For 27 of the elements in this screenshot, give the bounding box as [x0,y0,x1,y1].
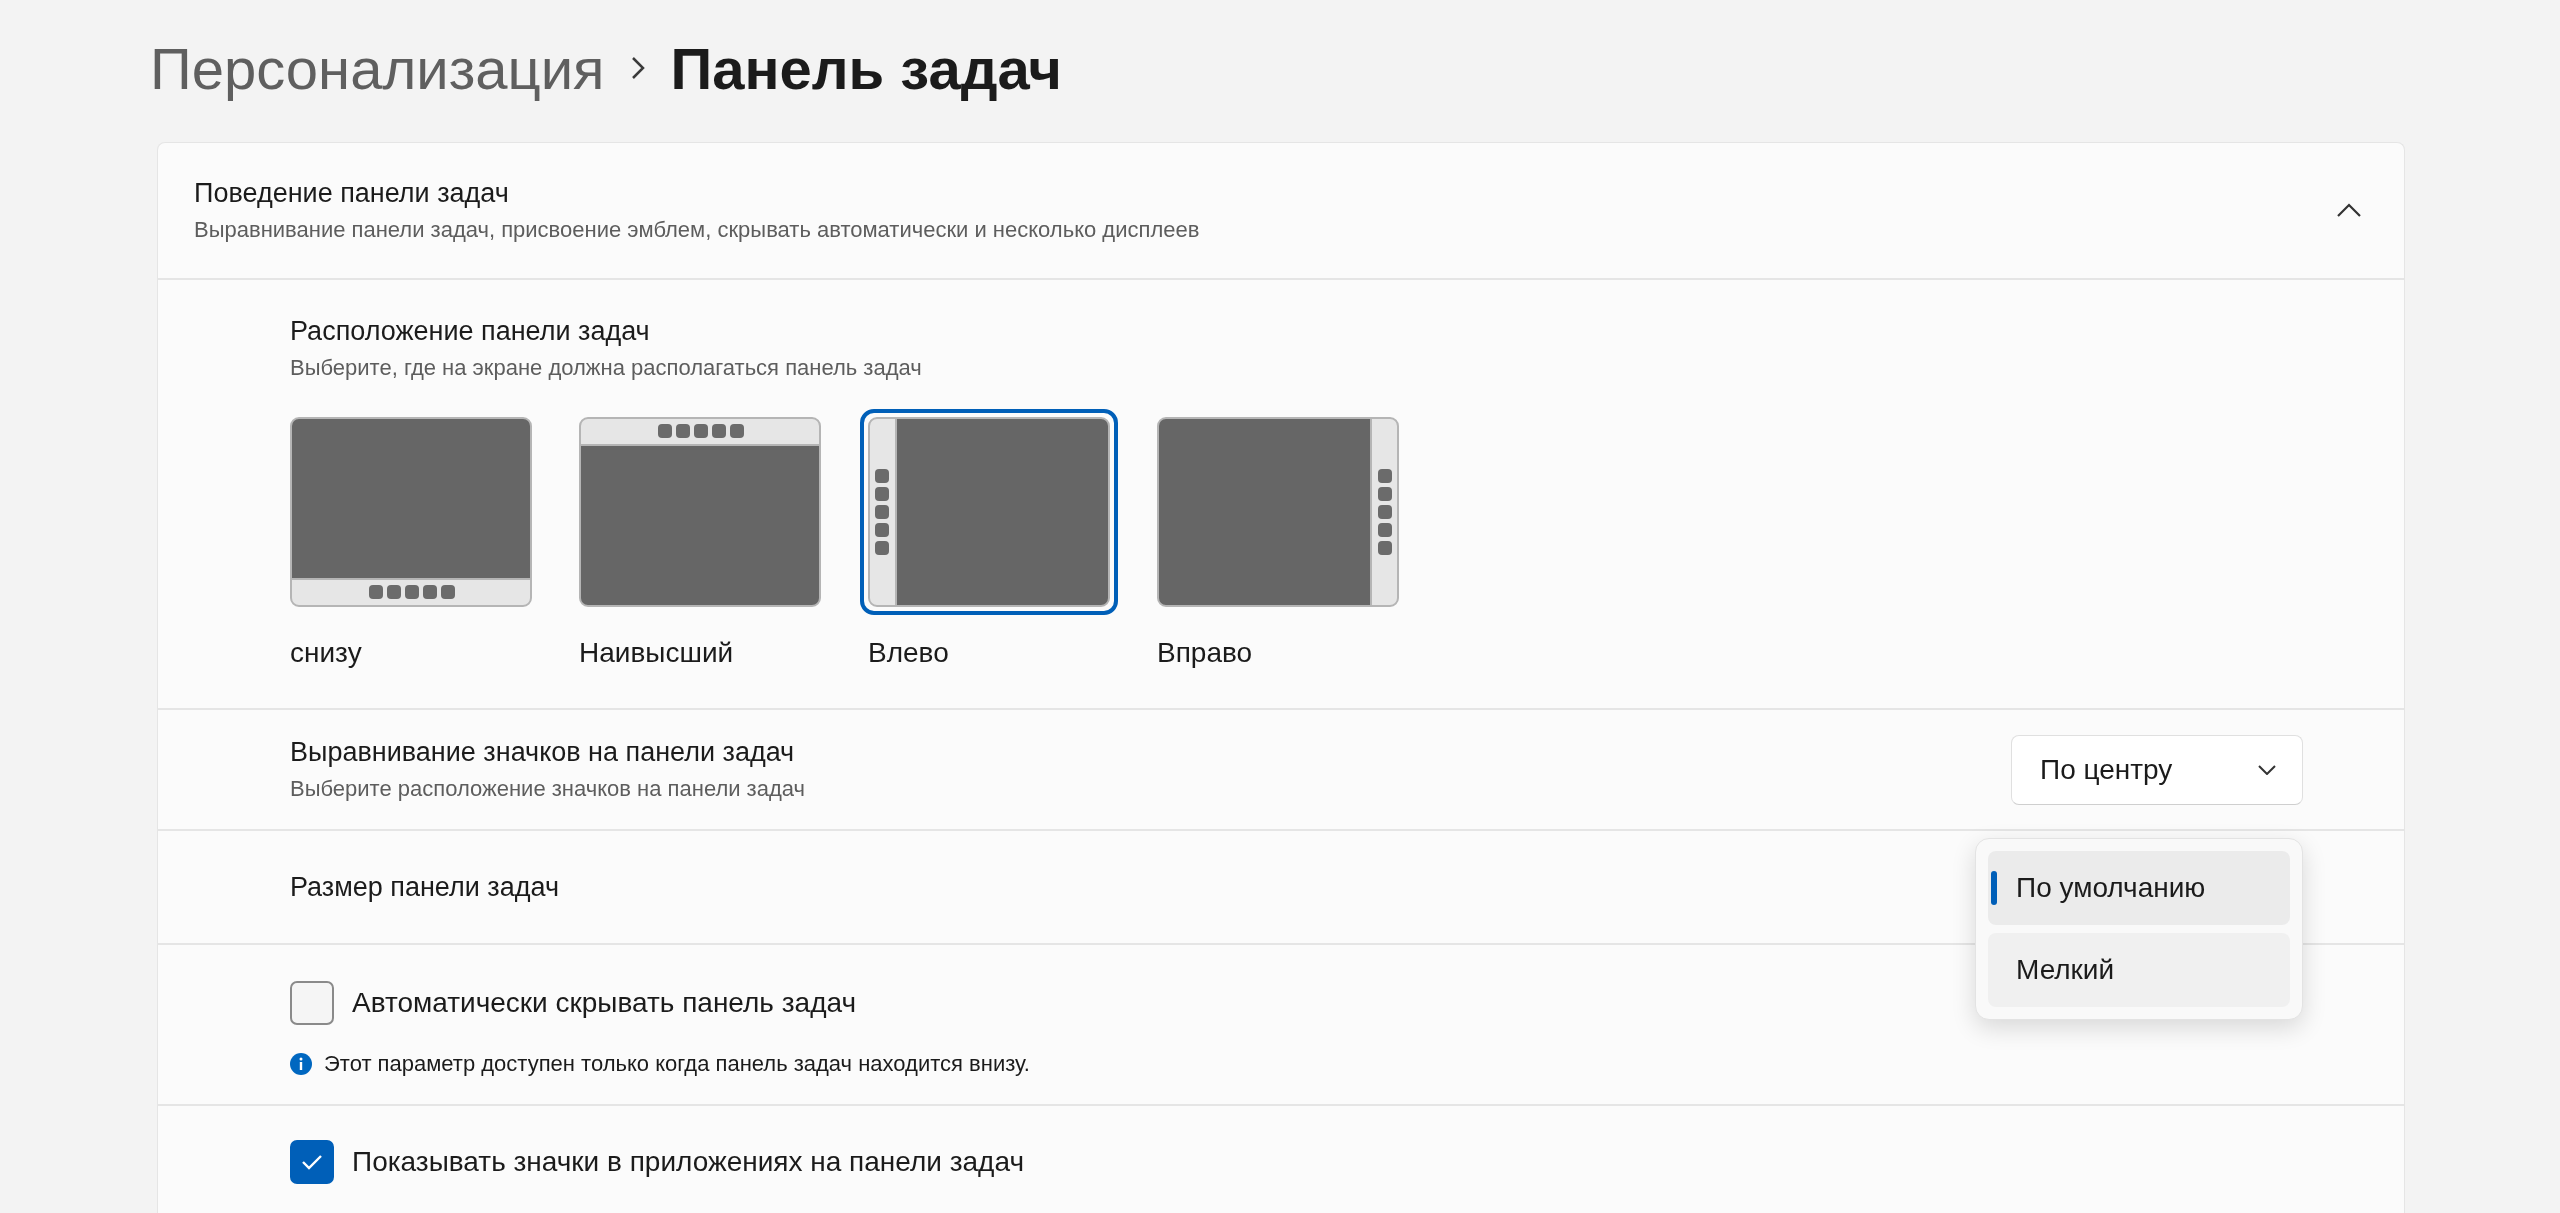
option-label: Наивысший [579,637,735,669]
menu-item[interactable]: Мелкий [1988,933,2290,1007]
section-subtitle: Выравнивание панели задач, присвоение эмблем, скрывать автоматически и несколько дисплеев [194,217,1200,243]
page-title: Панель задач [670,34,1062,102]
option-label: снизу [290,637,363,669]
checkbox-label: Показывать значки в приложениях на панели задач [352,1146,1024,1178]
setting-title: Выравнивание значков на панели задач [290,737,796,768]
alignment-dropdown[interactable]: По центру [2011,734,2303,805]
checkbox[interactable] [290,1140,334,1184]
info-icon [290,1053,312,1075]
setting-title: Размер панели задач [290,871,559,903]
option-label: Влево [868,637,950,669]
checkmark-icon [301,1154,323,1170]
setting-subtitle: Выберите, где на экране должна располагаться панель задач [290,355,923,381]
info-note: Этот параметр доступен только когда панель задач находится внизу. [324,1051,1030,1077]
section-title: Поведение панели задач [194,178,510,209]
breadcrumb-link[interactable]: Персонализация [150,34,605,102]
checkbox-label: Автоматически скрывать панель задач [352,987,856,1019]
chevron-down-icon [2258,764,2276,775]
taskbar-position-option[interactable] [860,409,1118,615]
setting-subtitle: Выберите расположение значков на панели задач [290,776,805,802]
option-label: Вправо [1157,637,1254,669]
chevron-icon[interactable] [2336,203,2362,218]
chevron-right-icon [630,56,645,80]
setting-title: Расположение панели задач [290,316,651,347]
menu-item[interactable]: По умолчанию [1988,851,2290,925]
checkbox[interactable] [290,981,334,1025]
